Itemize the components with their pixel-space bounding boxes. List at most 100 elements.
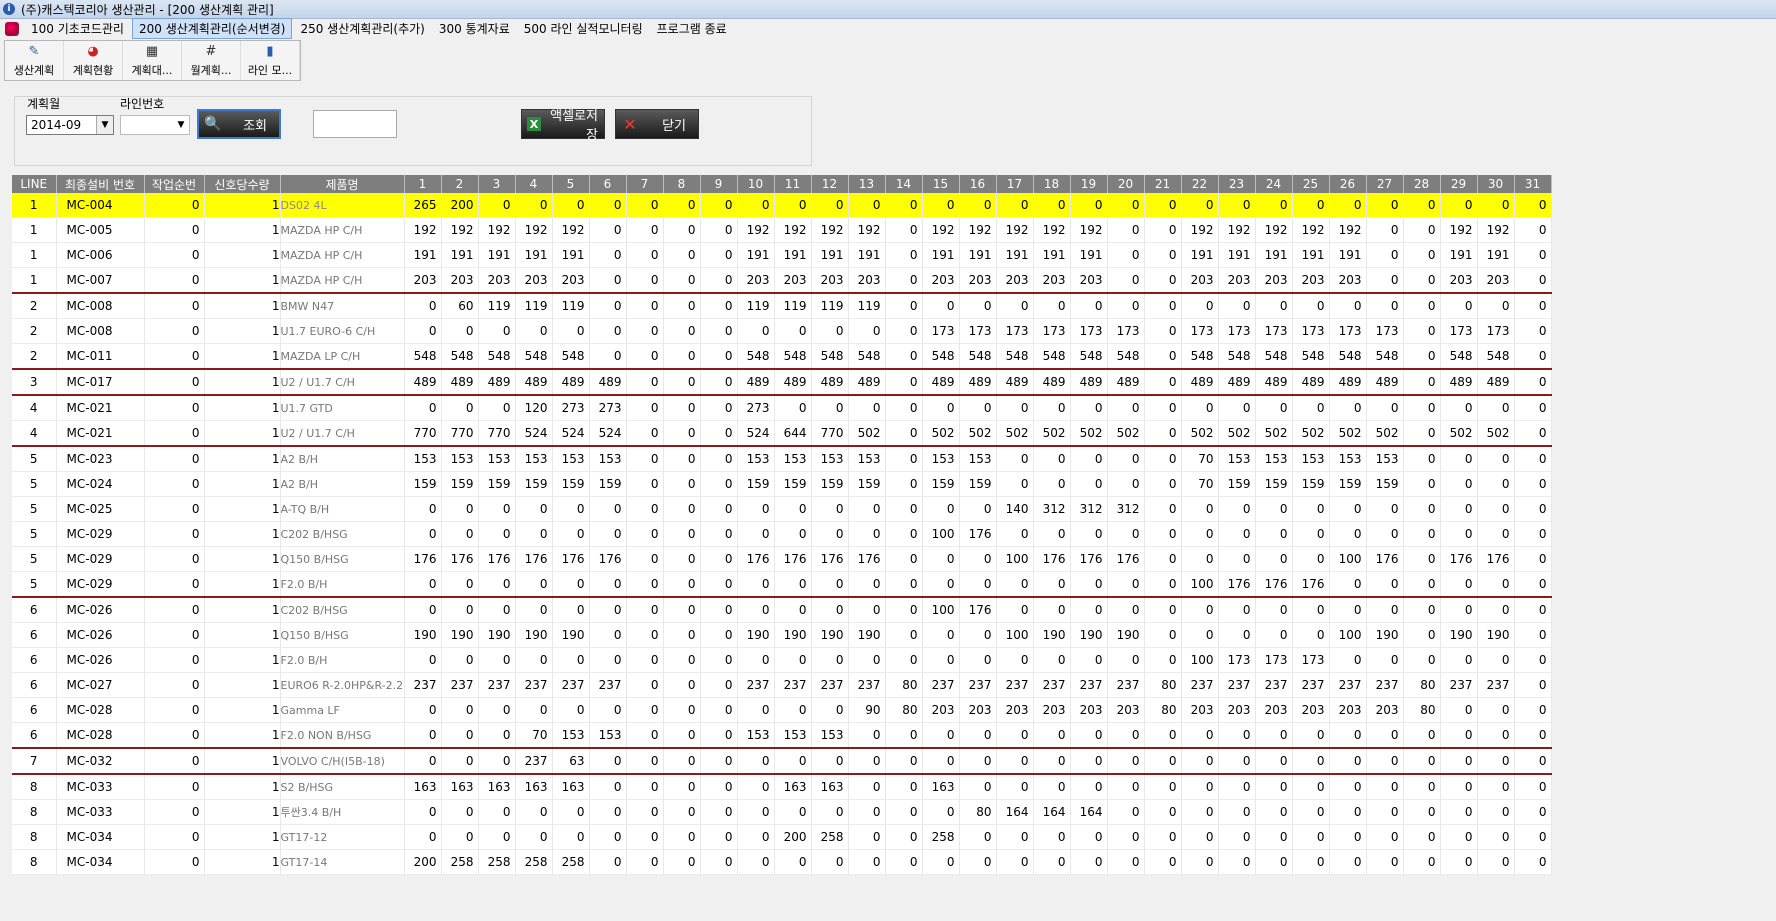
toolbar-button-3[interactable]: # 월계획... [182,41,241,80]
column-header[interactable]: 8 [663,175,701,193]
table-row[interactable]: 1 MC-005 0 1 MAZDA HP C/H 192 192 192 192 192 0 0 0 0… [12,217,1552,243]
table-row[interactable]: 3 MC-017 0 1 U2 / U1.7 C/H 489 489 489 489 489 489… [12,368,1552,396]
column-header[interactable]: 10 [737,175,775,193]
production-plan-grid[interactable]: LINE 최종설비 번호 작업순번 신호당수량 제품명 1 2 3 4 5 6 7 8 9 10 11 12 13… [12,175,1552,875]
table-row[interactable]: 8 MC-033 0 1 S2 B/HSG 163 163 163 163 163 0 0 0 0 0 163… [12,773,1552,800]
day-cell: 548 [478,343,516,370]
column-header[interactable]: 20 [1107,175,1145,193]
table-row[interactable]: 7 MC-032 0 1 VOLVO C/H(I5B-18) 0 0 0 237 63 0 0 0 0 0 0… [12,747,1552,775]
column-header[interactable]: 28 [1403,175,1441,193]
table-row[interactable]: 5 MC-025 0 1 A-TQ B/H 0 0 0 0 0 0 0 0 0 0 0 0 0 0 0 0 140 312 3… [12,496,1552,522]
column-header[interactable]: 16 [959,175,997,193]
column-header[interactable]: 24 [1255,175,1293,193]
menu-item-0[interactable]: 100 기초코드관리 [25,19,130,38]
column-header[interactable]: 5 [552,175,590,193]
table-row[interactable]: 1 MC-006 0 1 MAZDA HP C/H 191 191 191 191 191 0 0 0 0… [12,242,1552,268]
close-button[interactable]: ✕ 닫기 [615,109,699,139]
table-row[interactable]: 6 MC-026 0 1 Q150 B/HSG 190 190 190 190 190 0 0 0 0 19… [12,622,1552,648]
column-header[interactable]: 7 [626,175,664,193]
chevron-down-icon[interactable]: ▼ [96,116,113,134]
chevron-down-icon[interactable]: ▼ [173,116,189,134]
column-header[interactable]: 23 [1218,175,1256,193]
column-header[interactable]: LINE [12,175,57,193]
column-header[interactable]: 31 [1514,175,1552,193]
column-header[interactable]: 25 [1292,175,1330,193]
day-cell: 70 [1181,471,1219,497]
toolbar-button-1[interactable]: ◕ 계획현황 [64,41,123,80]
menu-item-1[interactable]: 200 생산계획관리(순서변경) [131,18,293,39]
column-header[interactable]: 19 [1070,175,1108,193]
line-number-combo[interactable]: ▼ [120,115,190,135]
column-header[interactable]: 1 [404,175,442,193]
day-cell: 0 [1403,521,1441,547]
table-row[interactable]: 2 MC-008 0 1 BMW N47 0 60 119 119 119 0 0 0 0 119 119 11… [12,292,1552,319]
table-row[interactable]: 5 MC-029 0 1 C202 B/HSG 0 0 0 0 0 0 0 0 0 0 0 0 0 0 100 176 0… [12,521,1552,547]
day-cell: 140 [996,496,1034,522]
column-header[interactable]: 11 [774,175,812,193]
day-cell: 0 [1033,471,1071,497]
table-row[interactable]: 2 MC-011 0 1 MAZDA LP C/H 548 548 548 548 548 0 0 0 0… [12,343,1552,370]
table-row[interactable]: 6 MC-028 0 1 F2.0 NON B/HSG 0 0 0 70 153 153 0 0 0 153… [12,722,1552,749]
menu-item-5[interactable]: 프로그램 종료 [651,19,733,38]
table-row[interactable]: 2 MC-008 0 1 U1.7 EURO-6 C/H 0 0 0 0 0 0 0 0 0 0 0 0 0 0 17… [12,318,1552,344]
day-cell: 0 [996,394,1034,421]
column-header[interactable]: 22 [1181,175,1219,193]
search-button[interactable]: 🔍 조회 [197,109,281,139]
column-header[interactable]: 제품명 [280,175,405,193]
save-to-excel-button[interactable]: X 액셀로저장 [521,109,605,143]
menu-item-3[interactable]: 300 통계자료 [433,19,516,38]
table-row[interactable]: 6 MC-027 0 1 EURO6 R-2.0HP&R-2.2 237 237 237 237… [12,672,1552,698]
menu-item-4[interactable]: 500 라인 실적모니터링 [518,19,649,38]
table-row[interactable]: 6 MC-026 0 1 F2.0 B/H 0 0 0 0 0 0 0 0 0 0 0 0 0 0 0 0 0 0 0 0 0 10… [12,647,1552,673]
column-header[interactable]: 6 [589,175,627,193]
table-row[interactable]: 1 MC-007 0 1 MAZDA HP C/H 203 203 203 203 203 0 0 0 0… [12,267,1552,294]
toolbar-button-0[interactable]: ✎ 생산계획 [5,41,64,80]
day-cell: 176 [441,546,479,572]
day-cell: 192 [1292,217,1330,243]
table-row[interactable]: 5 MC-023 0 1 A2 B/H 153 153 153 153 153 153 0 0 0 153 1… [12,445,1552,472]
table-row[interactable]: 5 MC-029 0 1 F2.0 B/H 0 0 0 0 0 0 0 0 0 0 0 0 0 0 0 0 0 0 0 0 0 10… [12,571,1552,598]
column-header[interactable]: 14 [885,175,923,193]
table-row[interactable]: 5 MC-029 0 1 Q150 B/HSG 176 176 176 176 176 176 0 0 0… [12,546,1552,572]
column-header[interactable]: 21 [1144,175,1182,193]
table-row[interactable]: 4 MC-021 0 1 U2 / U1.7 C/H 770 770 770 524 524 524… [12,420,1552,447]
column-header[interactable]: 26 [1329,175,1367,193]
column-header[interactable]: 4 [515,175,553,193]
day-cell: 0 [811,849,849,875]
day-cell: 192 [774,217,812,243]
column-header[interactable]: 3 [478,175,516,193]
day-cell: 0 [626,596,664,623]
day-cell: 0 [1440,722,1478,749]
table-row[interactable]: 6 MC-026 0 1 C202 B/HSG 0 0 0 0 0 0 0 0 0 0 0 0 0 0 100 176 0… [12,596,1552,623]
table-row[interactable]: 5 MC-024 0 1 A2 B/H 159 159 159 159 159 159 0 0 0 159 1… [12,471,1552,497]
column-header[interactable]: 2 [441,175,479,193]
column-header[interactable]: 18 [1033,175,1071,193]
column-header[interactable]: 29 [1440,175,1478,193]
table-row[interactable]: 8 MC-034 0 1 GT17-14 200 258 258 258 258 0 0 0 0 0 0 0 0 0… [12,849,1552,875]
column-header[interactable]: 13 [848,175,886,193]
table-row[interactable]: 8 MC-034 0 1 GT17-12 0 0 0 0 0 0 0 0 0 0 200 258 0 0 258 0 0 0… [12,824,1552,850]
extra-text-field[interactable] [313,110,397,138]
table-row[interactable]: 8 MC-033 0 1 투싼3.4 B/H 0 0 0 0 0 0 0 0 0 0 0 0 0 0 0 80 164 16… [12,799,1552,825]
menu-item-2[interactable]: 250 생산계획관리(추가) [294,19,430,38]
column-header[interactable]: 15 [922,175,960,193]
day-cell: 203 [922,267,960,294]
day-cell: 80 [1403,672,1441,698]
column-header[interactable]: 30 [1477,175,1515,193]
toolbar-button-4[interactable]: ▮ 라인 모... [241,41,300,80]
day-cell: 0 [404,571,442,598]
table-row[interactable]: 4 MC-021 0 1 U1.7 GTD 0 0 0 120 273 273 0 0 0 273 0 0 0 0 0… [12,394,1552,421]
column-header[interactable]: 17 [996,175,1034,193]
column-header[interactable]: 9 [700,175,738,193]
column-header[interactable]: 신호당수량 [204,175,281,193]
toolbar-button-2[interactable]: ▦ 계획대... [123,41,182,80]
column-header[interactable]: 27 [1366,175,1404,193]
column-header[interactable]: 12 [811,175,849,193]
table-row[interactable]: 6 MC-028 0 1 Gamma LF 0 0 0 0 0 0 0 0 0 0 0 0 90 80 203 203 2… [12,697,1552,723]
column-header[interactable]: 최종설비 번호 [56,175,145,193]
table-row[interactable]: 1 MC-004 0 1 DS02 4L 265 200 0 0 0 0 0 0 0 0 0 0 0 0 0 0 0 0 0 0… [12,193,1552,218]
toolbar-button-label: 계획현황 [72,63,114,77]
plan-month-combo[interactable]: 2014-09 ▼ [26,115,114,135]
column-header[interactable]: 작업순번 [144,175,205,193]
line-cell: 4 [12,420,57,447]
